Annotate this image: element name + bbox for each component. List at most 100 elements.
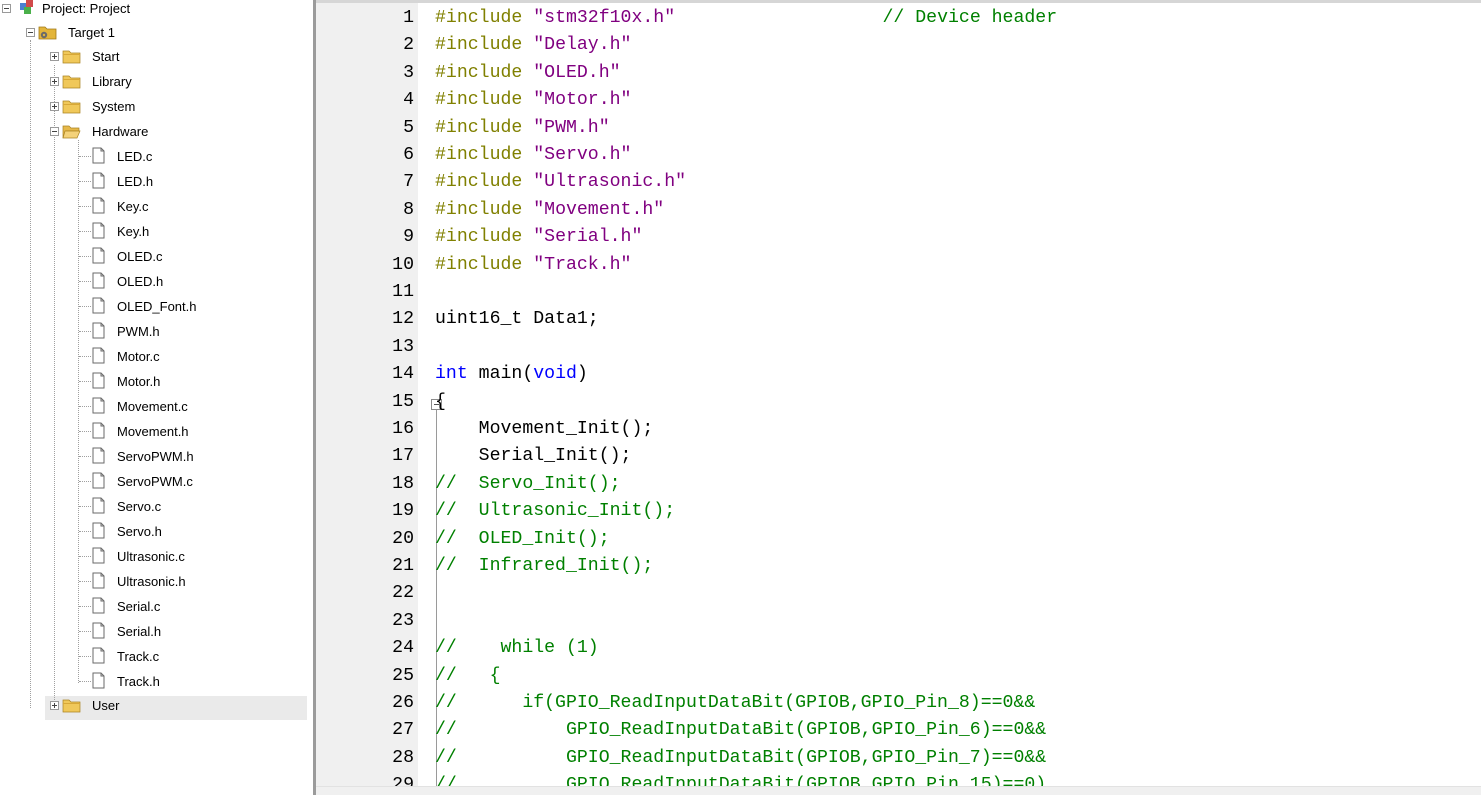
- code-line[interactable]: 20 // OLED_Init();: [316, 526, 1476, 553]
- tree-file-item[interactable]: Movement.c: [0, 397, 300, 423]
- tree-file-label: Serial.c: [117, 599, 161, 614]
- expand-toggle[interactable]: [50, 701, 59, 710]
- code-line[interactable]: 26 // if(GPIO_ReadInputDataBit(GPIOB,GPIO…: [316, 690, 1476, 717]
- tree-file-item[interactable]: Motor.h: [0, 372, 300, 398]
- tree-file-item[interactable]: Serial.c: [0, 597, 300, 623]
- code-token: #include: [435, 8, 534, 28]
- expand-toggle[interactable]: [50, 77, 59, 86]
- code-line[interactable]: 3 #include "OLED.h": [316, 60, 1476, 87]
- tree-group-label: System: [92, 99, 136, 114]
- code-text: #include "stm32f10x.h" // Device header: [435, 5, 1057, 32]
- code-line[interactable]: 23: [316, 608, 1476, 635]
- tree-file-item[interactable]: Track.c: [0, 647, 300, 673]
- tree-file-item[interactable]: OLED_Font.h: [0, 297, 300, 323]
- tree-group-user[interactable]: User: [0, 697, 300, 722]
- code-line[interactable]: 22: [316, 580, 1476, 607]
- code-text: #include "Servo.h": [435, 142, 631, 169]
- code-text: Movement_Init();: [435, 416, 654, 443]
- code-line[interactable]: 5 #include "PWM.h": [316, 115, 1476, 142]
- tree-file-item[interactable]: Serial.h: [0, 622, 300, 648]
- tree-item-project[interactable]: Project: Project: [0, 0, 300, 25]
- line-number: 15: [392, 391, 414, 412]
- tree-file-item[interactable]: OLED.c: [0, 247, 300, 273]
- code-token: // Infrared_Init();: [435, 556, 654, 576]
- line-number: 4: [403, 90, 414, 111]
- tree-file-item[interactable]: Ultrasonic.h: [0, 572, 300, 598]
- code-token: "Ultrasonic.h": [533, 172, 687, 193]
- line-number: 12: [392, 309, 414, 330]
- code-line[interactable]: 4 #include "Motor.h": [316, 87, 1476, 114]
- code-line[interactable]: 28 // GPIO_ReadInputDataBit(GPIOB,GPIO_Pi…: [316, 745, 1476, 772]
- tree-file-label: Ultrasonic.h: [117, 574, 186, 589]
- tree-file-label: Movement.h: [117, 424, 189, 439]
- tree-group-system[interactable]: System: [0, 98, 300, 123]
- tree-file-item[interactable]: Movement.h: [0, 422, 300, 448]
- code-text: #include "Delay.h": [435, 32, 631, 59]
- line-number: 23: [392, 610, 414, 631]
- code-line[interactable]: 14 int main(void): [316, 361, 1476, 388]
- code-line[interactable]: 12 uint16_t Data1;: [316, 306, 1476, 333]
- tree-group-start[interactable]: Start: [0, 48, 300, 73]
- project-label: Project: Project: [42, 1, 131, 16]
- code-text: #include "Movement.h": [435, 197, 664, 224]
- tree-file-item[interactable]: ServoPWM.h: [0, 447, 300, 473]
- tree-group-hardware[interactable]: Hardware: [0, 123, 300, 148]
- code-token: // while (1): [435, 638, 599, 659]
- code-line[interactable]: 21 // Infrared_Init();: [316, 553, 1476, 580]
- code-line[interactable]: 17 Serial_Init();: [316, 443, 1476, 470]
- code-token: "Motor.h": [533, 90, 632, 111]
- tree-file-label: Serial.h: [117, 624, 162, 639]
- tree-file-label: Motor.h: [117, 374, 161, 389]
- code-token: // Servo_Init();: [435, 473, 621, 494]
- code-line[interactable]: 27 // GPIO_ReadInputDataBit(GPIOB,GPIO_Pi…: [316, 717, 1476, 744]
- code-line[interactable]: 25 // {: [316, 663, 1476, 690]
- code-editor[interactable]: 1 #include "stm32f10x.h" // Device header…: [313, 0, 1481, 795]
- code-line[interactable]: 8 #include "Movement.h": [316, 197, 1476, 224]
- code-token: #include: [435, 35, 534, 56]
- tree-file-item[interactable]: PWM.h: [0, 322, 300, 348]
- tree-item-target[interactable]: Target 1: [0, 24, 300, 49]
- code-line[interactable]: 11: [316, 279, 1476, 306]
- tree-file-item[interactable]: Motor.c: [0, 347, 300, 373]
- code-line[interactable]: 2 #include "Delay.h": [316, 32, 1476, 59]
- tree-file-label: ServoPWM.h: [117, 449, 194, 464]
- horizontal-scrollbar[interactable]: [316, 786, 1481, 795]
- collapse-toggle[interactable]: [2, 4, 11, 13]
- line-number: 24: [392, 638, 414, 659]
- code-token: "Serial.h": [533, 227, 643, 248]
- code-line[interactable]: 7 #include "Ultrasonic.h": [316, 169, 1476, 196]
- tree-group-library[interactable]: Library: [0, 73, 300, 98]
- expand-toggle[interactable]: [50, 102, 59, 111]
- code-line[interactable]: 10 #include "Track.h": [316, 252, 1476, 279]
- tree-group-label: Library: [92, 74, 132, 89]
- expand-toggle[interactable]: [50, 52, 59, 61]
- tree-file-item[interactable]: ServoPWM.c: [0, 472, 300, 498]
- tree-file-label: Servo.h: [117, 524, 162, 539]
- code-line[interactable]: 13: [316, 334, 1476, 361]
- code-text: #include "OLED.h": [435, 60, 621, 87]
- tree-file-item[interactable]: Track.h: [0, 672, 300, 698]
- code-line[interactable]: 6 #include "Servo.h": [316, 142, 1476, 169]
- tree-file-item[interactable]: Key.h: [0, 222, 300, 248]
- code-line[interactable]: 24 // while (1): [316, 635, 1476, 662]
- code-line[interactable]: 1 #include "stm32f10x.h" // Device header: [316, 5, 1476, 32]
- tree-file-item[interactable]: LED.h: [0, 172, 300, 198]
- code-line[interactable]: 18 // Servo_Init();: [316, 471, 1476, 498]
- tree-file-item[interactable]: Servo.h: [0, 522, 300, 548]
- tree-file-item[interactable]: Ultrasonic.c: [0, 547, 300, 573]
- tree-file-item[interactable]: Key.c: [0, 197, 300, 223]
- code-line[interactable]: 19 // Ultrasonic_Init();: [316, 498, 1476, 525]
- tree-file-item[interactable]: OLED.h: [0, 272, 300, 298]
- collapse-toggle[interactable]: [26, 28, 35, 37]
- code-text: #include "PWM.h": [435, 115, 610, 142]
- collapse-toggle[interactable]: [50, 127, 59, 136]
- code-line[interactable]: 15 {: [316, 389, 1476, 416]
- tree-file-item[interactable]: Servo.c: [0, 497, 300, 523]
- code-line[interactable]: 9 #include "Serial.h": [316, 224, 1476, 251]
- code-text: #include "Serial.h": [435, 224, 642, 251]
- code-line[interactable]: 16 Movement_Init();: [316, 416, 1476, 443]
- line-number: 1: [403, 8, 414, 28]
- code-token: #include: [435, 172, 534, 193]
- tree-file-item[interactable]: LED.c: [0, 147, 300, 173]
